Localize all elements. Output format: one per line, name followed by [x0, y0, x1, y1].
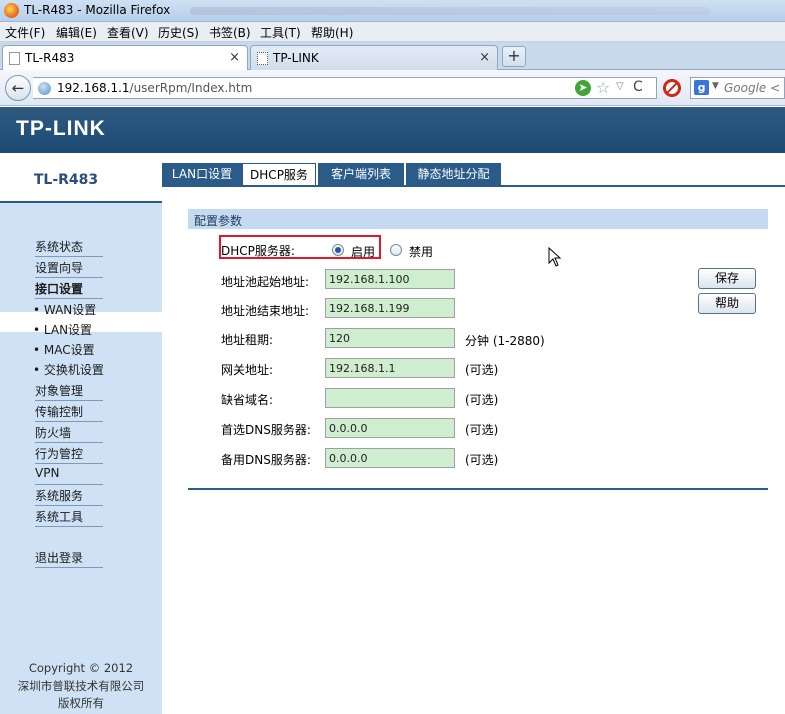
form-bottom-divider [188, 488, 768, 490]
search-input[interactable]: Google < [724, 81, 780, 95]
menu-tools[interactable]: 工具(T) [260, 24, 301, 41]
site-identity-icon[interactable] [38, 82, 51, 95]
firefox-logo-icon [4, 3, 19, 18]
secondary-dns-input[interactable]: 0.0.0.0 [325, 448, 455, 468]
blurred-title-overlay [190, 7, 710, 15]
dhcp-enable-label[interactable]: 启用 [351, 243, 375, 260]
gateway-note: (可选) [465, 363, 499, 377]
copyright-line-3: 版权所有 [58, 696, 104, 710]
primary-dns-input[interactable]: 0.0.0.0 [325, 418, 455, 438]
search-bar[interactable]: g ▼ Google < [690, 77, 785, 99]
tab-client-list[interactable]: 客户端列表 [318, 163, 404, 186]
url-path: /userRpm/Index.htm [129, 81, 253, 95]
sidebar-header: TL-R483 [0, 153, 162, 203]
sidebar-item-system-tools[interactable]: 系统工具 [35, 508, 103, 527]
lease-time-note: 分钟 (1-2880) [465, 334, 545, 348]
stop-icon[interactable] [663, 79, 681, 97]
sidebar-item-object-management[interactable]: 对象管理 [35, 382, 103, 401]
reload-icon[interactable]: C [633, 79, 643, 95]
url-bar[interactable]: 192.168.1.1/userRpm/Index.htm ➤ ☆ ▽ C [33, 77, 657, 99]
gateway-label: 网关地址: [221, 363, 274, 377]
tab-label: TL-R483 [25, 51, 75, 65]
menu-edit[interactable]: 编辑(E) [56, 24, 97, 41]
tab-tl-r483[interactable]: TL-R483 × [2, 45, 248, 71]
sidebar-item-wan[interactable]: • WAN设置 [33, 301, 96, 318]
sidebar-item-transfer-control[interactable]: 传输控制 [35, 403, 103, 422]
model-name: TL-R483 [33, 172, 99, 188]
menu-history[interactable]: 历史(S) [158, 24, 199, 41]
pool-end-label: 地址池结束地址: [221, 304, 310, 318]
pool-end-input[interactable]: 192.168.1.199 [325, 298, 455, 318]
domain-label: 缺省域名: [221, 393, 274, 407]
url-host: 192.168.1.1 [57, 81, 130, 95]
secondary-dns-label: 备用DNS服务器: [221, 453, 311, 467]
sidebar-item-firewall[interactable]: 防火墙 [35, 424, 103, 443]
history-dropdown-icon[interactable]: ▽ [616, 81, 624, 92]
primary-dns-label: 首选DNS服务器: [221, 423, 311, 437]
sidebar-item-system-status[interactable]: 系统状态 [35, 238, 103, 257]
tp-link-logo: TP-LINK [16, 117, 106, 140]
close-tab-icon[interactable]: × [479, 50, 490, 65]
sidebar-item-setup-wizard[interactable]: 设置向导 [35, 259, 103, 278]
close-tab-icon[interactable]: × [229, 50, 240, 65]
url-text[interactable]: 192.168.1.1/userRpm/Index.htm [57, 81, 252, 95]
save-button[interactable]: 保存 [698, 268, 756, 289]
window-title: TL-R483 - Mozilla Firefox [24, 3, 171, 17]
page-icon [9, 52, 20, 65]
new-tab-button[interactable]: + [502, 46, 526, 67]
section-title: 配置参数 [194, 214, 243, 228]
gateway-input[interactable]: 192.168.1.1 [325, 358, 455, 378]
secondary-dns-note: (可选) [465, 453, 499, 467]
go-arrow-icon[interactable]: ➤ [575, 80, 591, 96]
primary-dns-note: (可选) [465, 423, 499, 437]
tabs-divider [162, 185, 785, 187]
domain-input[interactable] [325, 388, 455, 408]
sidebar-item-switch[interactable]: • 交换机设置 [33, 361, 104, 378]
dhcp-disable-label[interactable]: 禁用 [409, 243, 433, 260]
sidebar-item-lan[interactable]: • LAN设置 [33, 321, 92, 338]
dhcp-server-label: DHCP服务器: [221, 244, 295, 258]
menu-help[interactable]: 帮助(H) [311, 24, 353, 41]
sidebar-item-vpn[interactable]: VPN [35, 466, 103, 485]
divider [0, 201, 162, 203]
tab-static-address[interactable]: 静态地址分配 [406, 163, 501, 186]
menu-bookmarks[interactable]: 书签(B) [209, 24, 251, 41]
section-header: 配置参数 [188, 209, 768, 229]
sidebar-item-mac[interactable]: • MAC设置 [33, 341, 95, 358]
tab-strip: TL-R483 × TP-LINK × [0, 42, 785, 71]
dhcp-disable-radio[interactable] [390, 244, 402, 256]
menu-file[interactable]: 文件(F) [5, 24, 45, 41]
menu-view[interactable]: 查看(V) [107, 24, 149, 41]
lease-time-input[interactable]: 120 [325, 328, 455, 348]
copyright-line-1: Copyright © 2012 [28, 661, 134, 675]
bookmark-star-icon[interactable]: ☆ [596, 78, 610, 97]
sidebar-item-interface-settings[interactable]: 接口设置 [35, 280, 103, 299]
sidebar-item-system-service[interactable]: 系统服务 [35, 487, 103, 506]
chevron-down-icon[interactable]: ▼ [712, 81, 719, 91]
header-banner: TP-LINK [0, 107, 785, 153]
copyright-line-2: 深圳市普联技术有限公司 [17, 679, 145, 693]
tab-dhcp-service[interactable]: DHCP服务 [242, 163, 316, 186]
sidebar-item-logout[interactable]: 退出登录 [35, 549, 103, 568]
sidebar-item-behavior-control[interactable]: 行为管控 [35, 445, 103, 464]
pool-start-label: 地址池起始地址: [221, 275, 310, 289]
loading-page-icon [257, 52, 268, 65]
router-admin-page: TP-LINK TL-R483 系统状态 设置向导 接口设置 • WAN设置 •… [0, 107, 785, 714]
lease-time-label: 地址租期: [221, 333, 274, 347]
tab-lan-settings[interactable]: LAN口设置 [162, 163, 242, 186]
google-search-engine-icon[interactable]: g [694, 80, 709, 95]
domain-note: (可选) [465, 393, 499, 407]
tab-tp-link[interactable]: TP-LINK × [250, 45, 498, 70]
navigation-bar: ← 192.168.1.1/userRpm/Index.htm ➤ ☆ ▽ C [0, 70, 785, 106]
help-button[interactable]: 帮助 [698, 293, 756, 314]
tab-label: TP-LINK [273, 51, 319, 65]
back-button[interactable]: ← [5, 75, 31, 101]
window-titlebar: TL-R483 - Mozilla Firefox [0, 0, 785, 22]
menubar: 文件(F) 编辑(E) 查看(V) 历史(S) 书签(B) 工具(T) 帮助(H… [0, 22, 785, 42]
pool-start-input[interactable]: 192.168.1.100 [325, 269, 455, 289]
sidebar: TL-R483 系统状态 设置向导 接口设置 • WAN设置 • LAN设置 •… [0, 153, 162, 714]
dhcp-enable-radio[interactable] [332, 244, 344, 256]
